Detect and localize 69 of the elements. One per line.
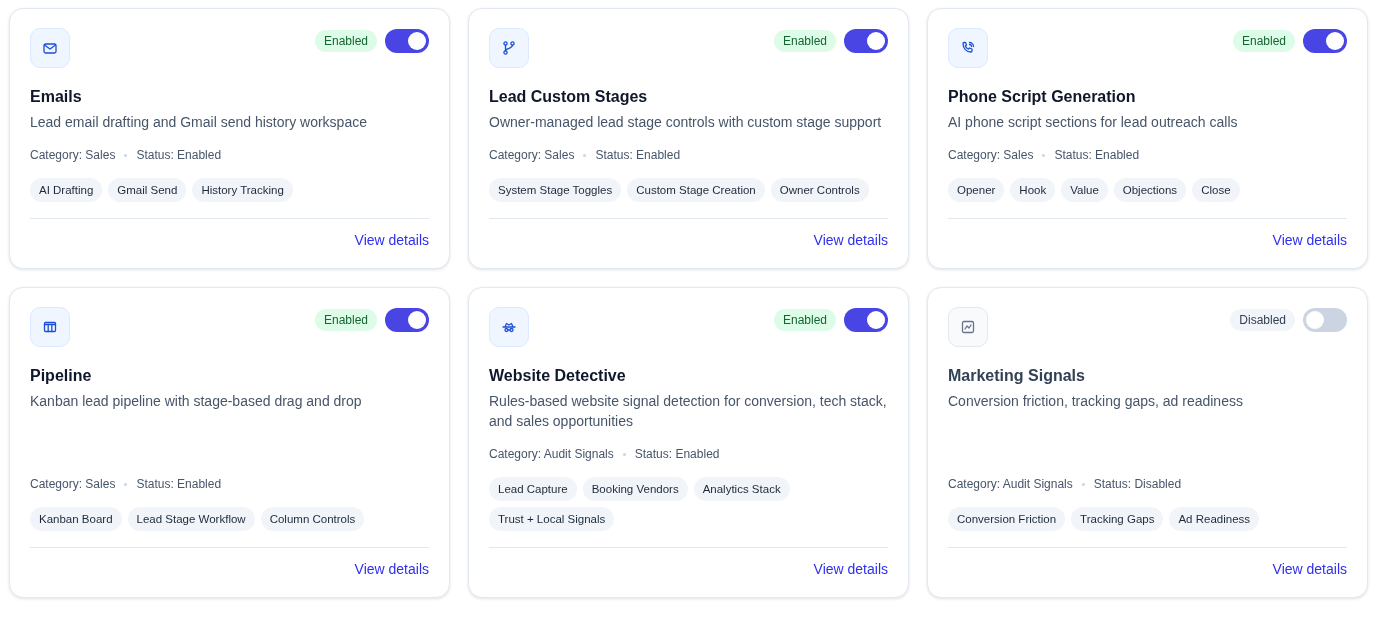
mail-icon <box>30 28 70 68</box>
card-description: Conversion friction, tracking gaps, ad readiness <box>948 392 1244 411</box>
chart-icon <box>948 307 988 347</box>
feature-tag: Booking Vendors <box>582 477 688 501</box>
status-badge: Enabled <box>314 309 377 331</box>
category-label: Category: Audit Signals <box>948 477 1073 491</box>
card-description: Kanban lead pipeline with stage-based drag and drop <box>30 392 363 411</box>
feature-tag: Hook <box>1010 178 1056 202</box>
feature-tag: Kanban Board <box>30 507 122 531</box>
card-title: Emails <box>30 88 83 106</box>
feature-tag: Analytics Stack <box>693 477 790 501</box>
card-description: Owner-managed lead stage controls with custom stage support <box>489 113 883 132</box>
category-label: Category: Sales <box>30 148 116 162</box>
feature-tag: Close <box>1192 178 1240 202</box>
category-label: Category: Audit Signals <box>489 447 614 461</box>
feature-tag: Column Controls <box>260 507 365 531</box>
branch-icon <box>489 28 529 68</box>
feature-tag: Gmail Send <box>108 178 187 202</box>
category-label: Category: Sales <box>489 148 575 162</box>
status-label: Status: Disabled <box>1093 477 1182 491</box>
category-label: Category: Sales <box>30 477 116 491</box>
feature-tag: Lead Capture <box>489 477 577 501</box>
feature-tag: Tracking Gaps <box>1071 507 1164 531</box>
card-title: Lead Custom Stages <box>489 88 649 106</box>
toggle-switch[interactable] <box>844 308 888 332</box>
feature-tag: System Stage Toggles <box>489 178 622 202</box>
status-badge: Enabled <box>773 309 836 331</box>
toggle-switch[interactable] <box>1303 29 1347 53</box>
toggle-switch[interactable] <box>1303 308 1347 332</box>
status-badge: Enabled <box>314 30 377 52</box>
feature-tag: Ad Readiness <box>1169 507 1260 531</box>
card-description: Lead email drafting and Gmail send history workspace <box>30 113 368 132</box>
feature-tag: Owner Controls <box>770 178 869 202</box>
status-label: Status: Enabled <box>634 447 720 461</box>
view-details-link[interactable]: View details <box>1272 232 1347 248</box>
feature-tag: Trust + Local Signals <box>489 507 615 531</box>
view-details-link[interactable]: View details <box>813 561 888 577</box>
category-label: Category: Sales <box>948 148 1034 162</box>
view-details-link[interactable]: View details <box>354 561 429 577</box>
columns-icon <box>30 307 70 347</box>
feature-tag: Opener <box>948 178 1005 202</box>
feature-tag: Value <box>1061 178 1108 202</box>
view-details-link[interactable]: View details <box>1272 561 1347 577</box>
card-title: Marketing Signals <box>948 367 1086 385</box>
status-badge: Enabled <box>1232 30 1295 52</box>
card-description: Rules-based website signal detection for conversion, tech stack, and sales opportunities <box>489 392 888 431</box>
card-title: Phone Script Generation <box>948 88 1137 106</box>
toggle-switch[interactable] <box>385 29 429 53</box>
feature-tag: Lead Stage Workflow <box>127 507 255 531</box>
toggle-switch[interactable] <box>385 308 429 332</box>
toggle-switch[interactable] <box>844 29 888 53</box>
feature-tag: Custom Stage Creation <box>627 178 765 202</box>
status-label: Status: Enabled <box>136 477 222 491</box>
feature-tag: Objections <box>1113 178 1187 202</box>
feature-tag: Conversion Friction <box>948 507 1066 531</box>
status-label: Status: Enabled <box>1054 148 1140 162</box>
phone-icon <box>948 28 988 68</box>
status-badge: Enabled <box>773 30 836 52</box>
status-label: Status: Enabled <box>136 148 222 162</box>
status-badge: Disabled <box>1230 309 1295 331</box>
detective-icon <box>489 307 529 347</box>
card-description: AI phone script sections for lead outreach calls <box>948 113 1239 132</box>
card-title: Pipeline <box>30 367 93 385</box>
view-details-link[interactable]: View details <box>813 232 888 248</box>
view-details-link[interactable]: View details <box>354 232 429 248</box>
status-label: Status: Enabled <box>595 148 681 162</box>
feature-tag: History Tracking <box>192 178 293 202</box>
feature-tag: AI Drafting <box>30 178 103 202</box>
card-title: Website Detective <box>489 367 627 385</box>
